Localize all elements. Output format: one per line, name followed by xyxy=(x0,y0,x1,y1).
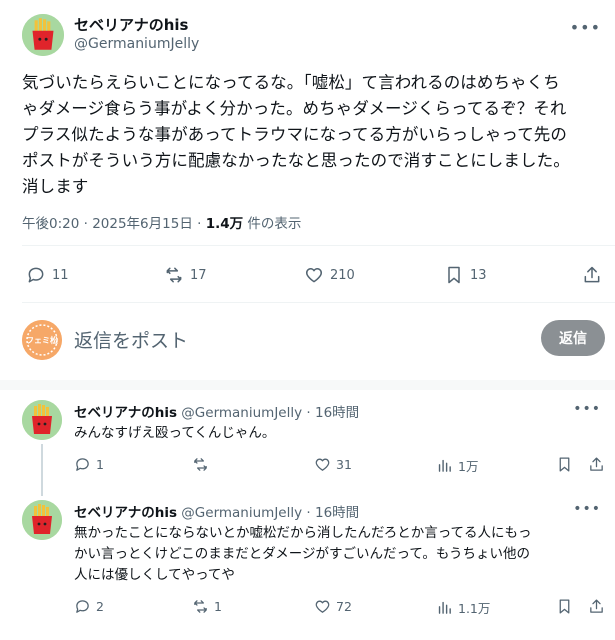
post-text-line: ポストがそういう方に配慮なかったなと思ったので消すことにしました。 xyxy=(22,151,570,170)
like-count: 210 xyxy=(330,267,355,283)
bookmark-icon xyxy=(448,266,460,284)
post-text-line: プラス似たような事があってトラウマになってる方がいらっしゃって先の xyxy=(22,125,567,144)
reply-icon xyxy=(28,267,44,283)
reply-text: みんなすげえ殴ってくんじゃん。 xyxy=(74,423,604,444)
more-options-icon[interactable]: ••• xyxy=(570,18,601,37)
fries-avatar-icon xyxy=(22,500,62,540)
reply-display-name[interactable]: セベリアナのhis xyxy=(74,505,177,521)
post-text-line: 気づいたらえらいことになってるな。「嘘松」て言われるのはめちゃくち xyxy=(22,73,560,92)
post-actions: 11 17 210 13 xyxy=(22,262,607,288)
reply-action[interactable]: 1 xyxy=(74,456,104,473)
like-count: 72 xyxy=(336,599,352,614)
reply-text: 無かったことにならないとか嘘松だから消したんだろとか言ってる人にもっ かい言っと… xyxy=(74,523,604,586)
like-action[interactable]: 31 xyxy=(314,456,352,473)
bookmark-action[interactable] xyxy=(556,598,573,615)
views-action[interactable]: 1.1万 xyxy=(436,598,490,617)
reply-icon xyxy=(76,458,89,471)
share-icon xyxy=(584,266,600,283)
reply-count: 2 xyxy=(96,599,104,614)
reply-handle-time[interactable]: @GermaniumJelly · 16時間 xyxy=(177,405,359,421)
bookmark-icon xyxy=(559,599,570,614)
reply-author-avatar[interactable] xyxy=(22,500,62,540)
views-action[interactable]: 1万 xyxy=(436,456,478,475)
reply-text-line: かい言っとくけどこのままだとダメージがすごいんだって。もうちょい他の xyxy=(74,546,531,562)
reply-actions: 2 1 72 1.1万 xyxy=(74,598,605,618)
repost-action[interactable]: 1 xyxy=(192,598,222,615)
heart-icon xyxy=(305,268,323,283)
repost-action[interactable]: 17 xyxy=(164,265,207,285)
reply-text-line: みんなすげえ殴ってくんじゃん。 xyxy=(74,425,276,441)
fries-avatar-icon xyxy=(22,14,64,56)
post-text: 気づいたらえらいことになってるな。「嘘松」て言われるのはめちゃくち ゃダメージ食… xyxy=(22,70,602,200)
analytics-icon xyxy=(438,459,451,472)
share-icon xyxy=(590,457,603,471)
like-count: 31 xyxy=(336,457,352,472)
like-action[interactable]: 72 xyxy=(314,598,352,615)
post-timestamp[interactable]: 午後0:20 · 2025年6月15日 · xyxy=(22,216,206,232)
views-count: 1.1万 xyxy=(458,601,491,616)
reply-handle-time[interactable]: @GermaniumJelly · 16時間 xyxy=(177,505,359,521)
author-avatar[interactable] xyxy=(22,14,64,56)
user-avatar-icon: フェミ松 xyxy=(22,320,62,360)
views-count: 1.4万 xyxy=(205,216,244,232)
composer-avatar[interactable]: フェミ松 xyxy=(22,320,62,360)
section-gap xyxy=(0,380,615,390)
reply-icon xyxy=(76,600,89,613)
repost-icon xyxy=(166,267,182,283)
repost-icon xyxy=(194,458,207,471)
heart-icon xyxy=(315,458,330,471)
reply-author-avatar[interactable] xyxy=(22,400,62,440)
reply-count: 1 xyxy=(96,457,104,472)
bookmark-icon xyxy=(559,457,570,472)
views-label: 件の表示 xyxy=(243,216,302,232)
views-count: 1万 xyxy=(458,459,479,474)
fries-avatar-icon xyxy=(22,400,62,440)
repost-count: 1 xyxy=(214,599,222,614)
reply-header: セベリアナのhis @GermaniumJelly · 16時間 xyxy=(74,401,359,421)
share-icon xyxy=(590,599,603,613)
reply-display-name[interactable]: セベリアナのhis xyxy=(74,405,177,421)
post-text-line: 消します xyxy=(22,177,89,196)
repost-action[interactable] xyxy=(192,456,214,473)
analytics-icon xyxy=(438,601,451,614)
thread-connector xyxy=(41,444,43,496)
repost-count: 17 xyxy=(190,267,207,283)
reply-text-line: 人には優しくしてやってや xyxy=(74,567,235,583)
author-handle[interactable]: @GermaniumJelly xyxy=(74,36,199,52)
reply-button[interactable]: 返信 xyxy=(541,320,605,356)
share-action[interactable] xyxy=(582,265,602,285)
more-options-icon[interactable]: ••• xyxy=(573,401,601,417)
share-action[interactable] xyxy=(588,456,605,473)
author-display-name[interactable]: セベリアナのhis xyxy=(74,14,188,35)
like-action[interactable]: 210 xyxy=(304,265,355,285)
reply-header: セベリアナのhis @GermaniumJelly · 16時間 xyxy=(74,501,359,521)
reply-count: 11 xyxy=(52,267,69,283)
divider xyxy=(22,245,615,246)
post-text-line: ゃダメージ食らう事がよく分かった。めちゃダメージくらってるぞ？それ xyxy=(22,99,567,118)
post-meta: 午後0:20 · 2025年6月15日 · 1.4万 件の表示 xyxy=(22,212,301,232)
more-options-icon[interactable]: ••• xyxy=(573,501,601,517)
reply-text-line: 無かったことにならないとか嘘松だから消したんだろとか言ってる人にもっ xyxy=(74,525,532,541)
bookmark-action[interactable]: 13 xyxy=(444,265,487,285)
bookmark-action[interactable] xyxy=(556,456,573,473)
bookmark-count: 13 xyxy=(470,267,487,283)
reply-action[interactable]: 2 xyxy=(74,598,104,615)
composer-avatar-label: フェミ松 xyxy=(26,335,58,345)
heart-icon xyxy=(315,600,330,613)
divider xyxy=(22,302,615,303)
repost-icon xyxy=(194,600,207,613)
reply-actions: 1 31 1万 xyxy=(74,456,605,476)
reply-action[interactable]: 11 xyxy=(26,265,69,285)
share-action[interactable] xyxy=(588,598,605,615)
reply-input[interactable]: 返信をポスト xyxy=(74,326,188,353)
